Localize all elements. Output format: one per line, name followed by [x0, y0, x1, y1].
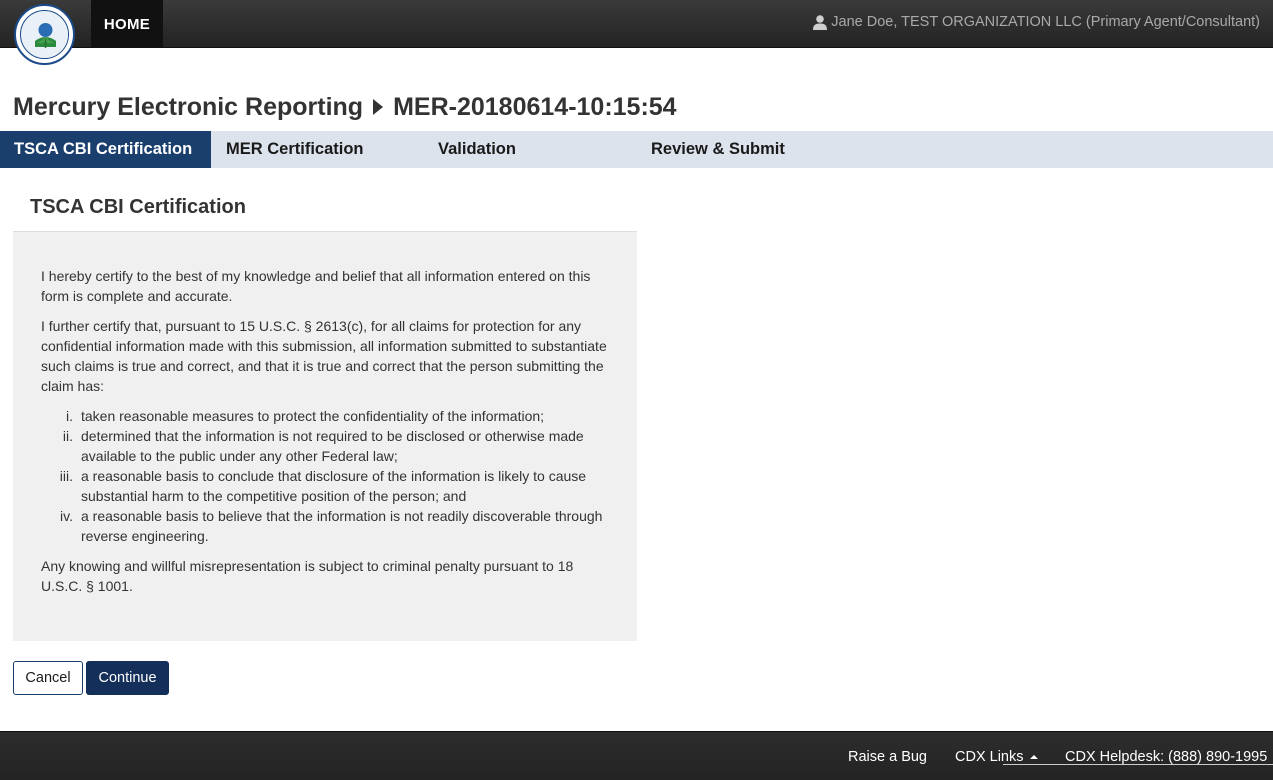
list-item-text: a reasonable basis to believe that the i… — [81, 508, 603, 544]
step-mer-certification[interactable]: MER Certification — [226, 131, 364, 168]
certification-statement: I hereby certify to the best of my knowl… — [13, 231, 637, 641]
step-review-submit[interactable]: Review & Submit — [651, 131, 785, 168]
top-header: HOME Jane Doe, TEST ORGANIZATION LLC (Pr… — [0, 0, 1273, 48]
step-tsca-cbi-certification[interactable]: TSCA CBI Certification — [0, 131, 211, 168]
section-title: TSCA CBI Certification — [30, 196, 246, 218]
cert-paragraph-1: I hereby certify to the best of my knowl… — [41, 268, 591, 304]
epa-logo[interactable] — [14, 4, 75, 65]
cdx-links-menu[interactable]: CDX Links — [955, 749, 1038, 765]
caret-right-icon — [373, 99, 384, 115]
epa-seal-icon — [20, 10, 69, 59]
step-nav: TSCA CBI Certification MER Certification… — [0, 131, 1273, 168]
footer: Raise a Bug CDX Links CDX Helpdesk: (888… — [0, 731, 1273, 780]
page-title-sub: MER-20180614-10:15:54 — [393, 92, 677, 121]
caret-up-icon — [1029, 755, 1038, 759]
list-item-number: iv. — [60, 508, 73, 524]
list-item: iv. a reasonable basis to believe that t… — [41, 506, 609, 546]
cert-paragraph-3: Any knowing and willful misrepresentatio… — [41, 558, 574, 594]
list-item-text: determined that the information is not r… — [81, 428, 584, 464]
page-title: Mercury Electronic Reporting MER-2018061… — [13, 91, 677, 123]
cert-paragraph-2: I further certify that, pursuant to 15 U… — [41, 318, 607, 394]
cancel-button[interactable]: Cancel — [13, 661, 83, 695]
continue-button[interactable]: Continue — [86, 661, 169, 695]
list-item-number: i. — [66, 408, 73, 424]
list-item-text: taken reasonable measures to protect the… — [81, 408, 545, 424]
user-icon — [813, 14, 828, 30]
user-info[interactable]: Jane Doe, TEST ORGANIZATION LLC (Primary… — [813, 14, 1260, 30]
user-name-org: Jane Doe, TEST ORGANIZATION LLC (Primary… — [831, 14, 1260, 30]
list-item: i. taken reasonable measures to protect … — [41, 406, 609, 426]
list-item-text: a reasonable basis to conclude that disc… — [81, 468, 587, 504]
list-item: ii. determined that the information is n… — [41, 426, 609, 466]
cdx-links-label: CDX Links — [955, 749, 1024, 765]
home-tab[interactable]: HOME — [91, 0, 163, 48]
list-item-number: iii. — [59, 468, 73, 484]
list-item-number: ii. — [62, 428, 73, 444]
cert-claims-list: i. taken reasonable measures to protect … — [41, 406, 609, 546]
list-item: iii. a reasonable basis to conclude that… — [41, 466, 609, 506]
footer-divider — [1003, 764, 1273, 765]
raise-bug-link[interactable]: Raise a Bug — [848, 749, 927, 765]
page-title-main: Mercury Electronic Reporting — [13, 92, 364, 121]
step-validation[interactable]: Validation — [438, 131, 516, 168]
cdx-helpdesk-link[interactable]: CDX Helpdesk: (888) 890-1995 — [1065, 749, 1267, 765]
